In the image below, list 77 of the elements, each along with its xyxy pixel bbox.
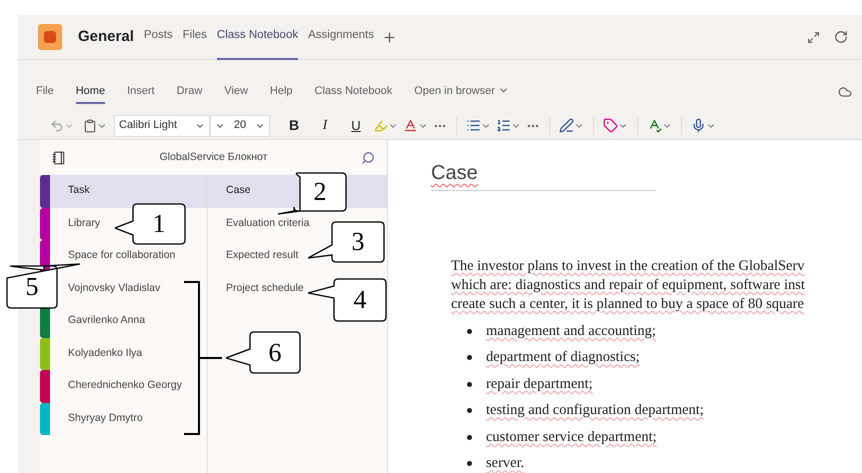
clipboard-icon bbox=[83, 118, 97, 132]
bold-button[interactable]: B bbox=[285, 115, 303, 136]
expand-icon[interactable] bbox=[807, 30, 820, 44]
numbering-button[interactable] bbox=[496, 118, 521, 133]
pen-icon bbox=[559, 118, 574, 133]
channel-tab[interactable]: Class Notebook bbox=[216, 14, 298, 60]
callout-tooltip: 2 bbox=[278, 172, 347, 216]
font-select[interactable]: Calibri Light bbox=[114, 114, 210, 136]
bullet-list-icon bbox=[466, 118, 481, 133]
page-item[interactable]: Project schedule bbox=[226, 280, 304, 297]
search-icon[interactable] bbox=[361, 150, 375, 164]
styles-button[interactable] bbox=[559, 118, 584, 133]
section-item[interactable]: Gavrilenko Anna bbox=[68, 313, 146, 330]
open-in-browser-button[interactable]: Open in browser bbox=[414, 82, 509, 104]
bullet-item: repair department; bbox=[486, 374, 593, 394]
notebook-icon bbox=[52, 150, 66, 164]
ribbon-tab[interactable]: File bbox=[36, 82, 54, 104]
bullet-item: management and accounting; bbox=[486, 322, 656, 341]
channel-tab[interactable]: Posts bbox=[144, 14, 173, 60]
section-item[interactable]: Vojnovsky Vladislav bbox=[68, 280, 160, 297]
bullet-item: customer service department; bbox=[486, 428, 657, 447]
page-item[interactable]: Expected result bbox=[226, 248, 298, 264]
bullet-icon bbox=[467, 355, 472, 360]
cloud-icon[interactable] bbox=[838, 85, 852, 99]
notebook-title[interactable]: GlobalService Блокнот bbox=[66, 150, 361, 166]
paragraph-line: The investor plans to invest in the creation of the GlobalServ bbox=[451, 257, 806, 276]
bullet-icon bbox=[467, 408, 472, 414]
spelling-button[interactable] bbox=[647, 118, 672, 133]
dictate-button[interactable] bbox=[691, 118, 716, 133]
section-item[interactable]: Library bbox=[68, 216, 100, 232]
font-color-icon bbox=[403, 118, 418, 133]
channel-title: General bbox=[78, 26, 134, 47]
bullet-icon bbox=[467, 434, 472, 440]
bullet-item: server. bbox=[486, 454, 524, 473]
channel-tab[interactable]: Files bbox=[182, 14, 207, 60]
highlighter-icon bbox=[374, 118, 388, 132]
bullet-icon bbox=[467, 382, 472, 387]
bullets-button[interactable] bbox=[466, 118, 491, 133]
numbered-list-icon bbox=[496, 118, 511, 133]
callout-tooltip: 1 bbox=[115, 203, 187, 245]
section-item[interactable]: Space for collaboration bbox=[68, 248, 176, 264]
ribbon-tab[interactable]: Help bbox=[270, 82, 293, 104]
page-title: Case bbox=[431, 162, 478, 184]
microphone-icon bbox=[691, 118, 706, 133]
page-item[interactable]: Evaluation criteria bbox=[226, 216, 310, 232]
callout-tooltip: 4 bbox=[308, 278, 387, 322]
undo-icon bbox=[50, 118, 64, 132]
section-item[interactable]: Shyryay Dmytro bbox=[68, 410, 143, 427]
ribbon-tab[interactable]: Draw bbox=[176, 82, 202, 104]
ribbon-tab[interactable]: View bbox=[224, 82, 248, 104]
team-logo-icon bbox=[38, 24, 62, 50]
section-item[interactable]: Kolyadenko Ilya bbox=[68, 346, 142, 362]
add-tab-icon[interactable] bbox=[382, 30, 397, 44]
ribbon-tab[interactable]: Class Notebook bbox=[314, 82, 392, 104]
channel-tab[interactable]: Assignments bbox=[308, 14, 374, 60]
italic-button[interactable]: I bbox=[316, 115, 334, 136]
bullet-item: department of diagnostics; bbox=[486, 348, 640, 368]
callout-tooltip: 3 bbox=[308, 221, 385, 263]
font-color-button[interactable] bbox=[403, 118, 428, 133]
spell-check-icon bbox=[647, 118, 662, 133]
ribbon-tab[interactable]: Home bbox=[76, 82, 106, 104]
underline-button[interactable]: U bbox=[347, 116, 365, 136]
font-size-select[interactable]: 20 bbox=[210, 114, 270, 136]
bullet-icon bbox=[467, 461, 472, 466]
paste-button[interactable] bbox=[83, 118, 107, 132]
tag-button[interactable] bbox=[603, 118, 628, 133]
callout-tooltip: 6 bbox=[226, 331, 302, 374]
bullet-item: testing and configuration department; bbox=[486, 401, 704, 420]
page-item[interactable]: Case bbox=[226, 183, 251, 200]
refresh-icon[interactable] bbox=[834, 30, 848, 44]
ribbon-tab[interactable]: Insert bbox=[127, 82, 155, 104]
paragraph-line: create such a center, it is planned to buy a space of 80 square bbox=[451, 295, 805, 314]
paragraph-line: which are: diagnostics and repair of equipment, software inst bbox=[451, 276, 806, 295]
section-item[interactable]: Cherednichenko Georgy bbox=[68, 378, 182, 394]
tag-icon bbox=[603, 118, 618, 133]
bullet-icon bbox=[467, 328, 472, 334]
section-item[interactable]: Task bbox=[68, 183, 90, 200]
